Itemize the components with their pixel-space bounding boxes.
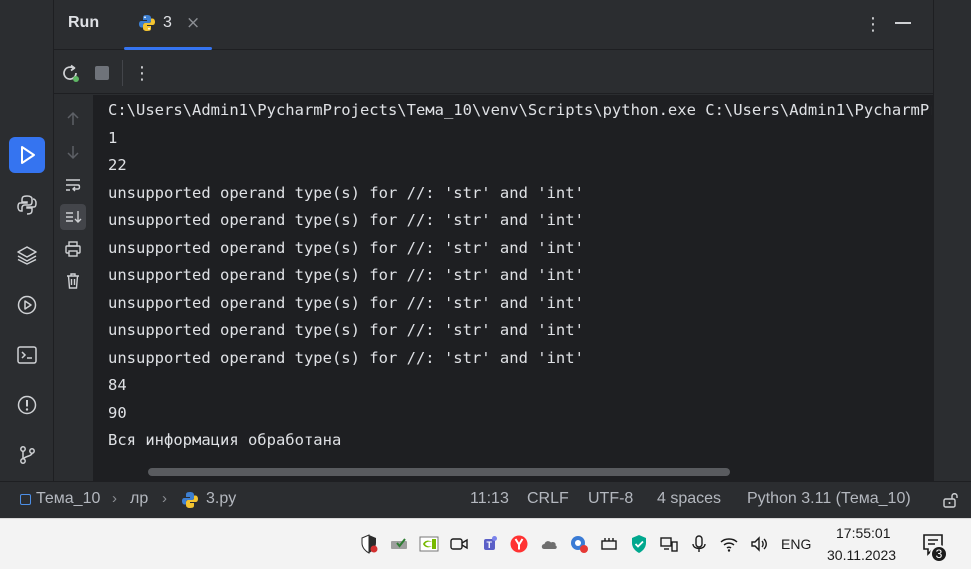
teams-icon[interactable]: T bbox=[478, 533, 500, 555]
cloud-icon[interactable] bbox=[538, 533, 560, 555]
pycharm-window: Run 3 × ⋮ ⋮ C:\Users\Admin1\PycharmProje… bbox=[0, 0, 971, 520]
module-icon bbox=[20, 494, 31, 505]
services-button[interactable] bbox=[9, 287, 45, 323]
right-tool-strip bbox=[933, 0, 971, 481]
run-title: Run bbox=[68, 14, 100, 31]
minimize-icon[interactable] bbox=[895, 22, 911, 24]
volume-icon[interactable] bbox=[748, 533, 770, 555]
drive-check-icon[interactable] bbox=[388, 533, 410, 555]
python-packages-button[interactable] bbox=[9, 187, 45, 223]
soft-wrap-button[interactable] bbox=[60, 172, 86, 198]
breadcrumb-folder[interactable]: лр bbox=[130, 490, 148, 508]
app-update-icon[interactable] bbox=[568, 533, 590, 555]
run-header: Run 3 × ⋮ bbox=[54, 0, 933, 50]
breadcrumb-file[interactable]: 3.py bbox=[206, 490, 236, 508]
scroll-up-button[interactable] bbox=[60, 106, 86, 132]
terminal-button[interactable] bbox=[9, 337, 45, 373]
console-line: unsupported operand type(s) for //: 'str… bbox=[108, 211, 584, 229]
camera-icon[interactable] bbox=[448, 533, 470, 555]
version-control-button[interactable] bbox=[9, 437, 45, 473]
file-encoding[interactable]: UTF-8 bbox=[588, 490, 633, 508]
input-language[interactable]: ENG bbox=[781, 536, 811, 552]
console-line: unsupported operand type(s) for //: 'str… bbox=[108, 293, 584, 312]
tool-window-strip bbox=[0, 0, 54, 481]
printer-icon bbox=[65, 241, 81, 257]
layers-icon bbox=[17, 246, 37, 265]
python-icon bbox=[17, 195, 37, 215]
console-line: Вся информация обработана bbox=[108, 431, 342, 449]
console-line: unsupported operand type(s) for //: 'str… bbox=[108, 266, 584, 284]
clear-console-button[interactable] bbox=[60, 268, 86, 294]
hardware-icon[interactable] bbox=[598, 533, 620, 555]
console-line: 22 bbox=[108, 156, 127, 174]
windows-taskbar: T ENG 17:55:01 30.11.2023 3 bbox=[0, 518, 971, 569]
arrow-up-icon bbox=[67, 111, 79, 125]
run-tool-button[interactable] bbox=[9, 137, 45, 173]
rerun-icon[interactable] bbox=[59, 62, 81, 84]
toolbar-separator bbox=[122, 60, 123, 86]
wifi-icon[interactable] bbox=[718, 533, 740, 555]
python-file-icon bbox=[139, 15, 155, 31]
console-line: 84 bbox=[108, 376, 127, 394]
tab-close-icon[interactable]: × bbox=[186, 13, 200, 33]
more-options-icon[interactable]: ⋮ bbox=[862, 12, 884, 36]
run-icon bbox=[21, 146, 35, 164]
terminal-icon bbox=[17, 346, 37, 364]
console-line: C:\Users\Admin1\PycharmProjects\Тема_10\… bbox=[108, 101, 932, 119]
clock-date[interactable]: 30.11.2023 bbox=[827, 547, 896, 563]
svg-text:T: T bbox=[487, 540, 493, 550]
layers-button[interactable] bbox=[9, 237, 45, 273]
print-button[interactable] bbox=[60, 236, 86, 262]
kaspersky-shield-icon[interactable] bbox=[628, 533, 650, 555]
git-branch-icon bbox=[20, 446, 35, 464]
breadcrumb-chevron-icon: › bbox=[162, 490, 167, 507]
indent-setting[interactable]: 4 spaces bbox=[657, 490, 721, 508]
tab-run-config[interactable]: 3 × bbox=[124, 0, 212, 50]
nvidia-icon[interactable] bbox=[418, 533, 440, 555]
network-device-icon[interactable] bbox=[658, 533, 680, 555]
scroll-down-button[interactable] bbox=[60, 139, 86, 165]
stop-icon[interactable] bbox=[95, 66, 109, 80]
horizontal-scrollbar[interactable] bbox=[148, 468, 730, 476]
python-interpreter[interactable]: Python 3.11 (Тема_10) bbox=[747, 490, 911, 508]
console-line: 90 bbox=[108, 403, 127, 422]
breadcrumb-project[interactable]: Тема_10 bbox=[36, 490, 100, 508]
console-line: unsupported operand type(s) for //: 'str… bbox=[108, 321, 584, 339]
breadcrumb-chevron-icon: › bbox=[112, 490, 117, 507]
console-output[interactable]: C:\Users\Admin1\PycharmProjects\Тема_10\… bbox=[94, 95, 933, 481]
status-bar: Тема_10 › лр › 3.py 11:13 CRLF UTF-8 4 s… bbox=[0, 481, 971, 518]
run-tool-window: Run 3 × ⋮ ⋮ C:\Users\Admin1\PycharmProje… bbox=[54, 0, 933, 481]
console-lines: C:\Users\Admin1\PycharmProjects\Тема_10\… bbox=[108, 97, 932, 455]
defender-shield-icon[interactable] bbox=[358, 533, 380, 555]
arrow-down-icon bbox=[67, 146, 79, 160]
microphone-icon[interactable] bbox=[688, 533, 710, 555]
trash-icon bbox=[67, 273, 79, 289]
problems-button[interactable] bbox=[9, 387, 45, 423]
notification-count-badge: 3 bbox=[930, 545, 948, 563]
caret-position[interactable]: 11:13 bbox=[470, 490, 509, 508]
scroll-to-end-button[interactable] bbox=[60, 204, 86, 230]
toolbar-more-icon[interactable]: ⋮ bbox=[133, 61, 151, 85]
warning-circle-icon bbox=[17, 395, 37, 415]
scroll-to-end-icon bbox=[66, 211, 82, 223]
console-side-toolbar bbox=[54, 95, 94, 481]
tab-label: 3 bbox=[163, 14, 172, 31]
console-line: unsupported operand type(s) for //: 'str… bbox=[108, 348, 584, 367]
python-file-icon bbox=[182, 492, 198, 508]
console-line: unsupported operand type(s) for //: 'str… bbox=[108, 238, 584, 257]
console-line: 1 bbox=[108, 128, 118, 147]
yandex-browser-icon[interactable] bbox=[508, 533, 530, 555]
services-icon bbox=[17, 295, 37, 315]
unlock-icon[interactable] bbox=[942, 491, 960, 509]
run-toolbar: ⋮ bbox=[54, 50, 933, 94]
line-separator[interactable]: CRLF bbox=[527, 490, 569, 508]
console-line: unsupported operand type(s) for //: 'str… bbox=[108, 183, 584, 202]
soft-wrap-icon bbox=[66, 179, 81, 192]
clock-time[interactable]: 17:55:01 bbox=[836, 525, 891, 541]
